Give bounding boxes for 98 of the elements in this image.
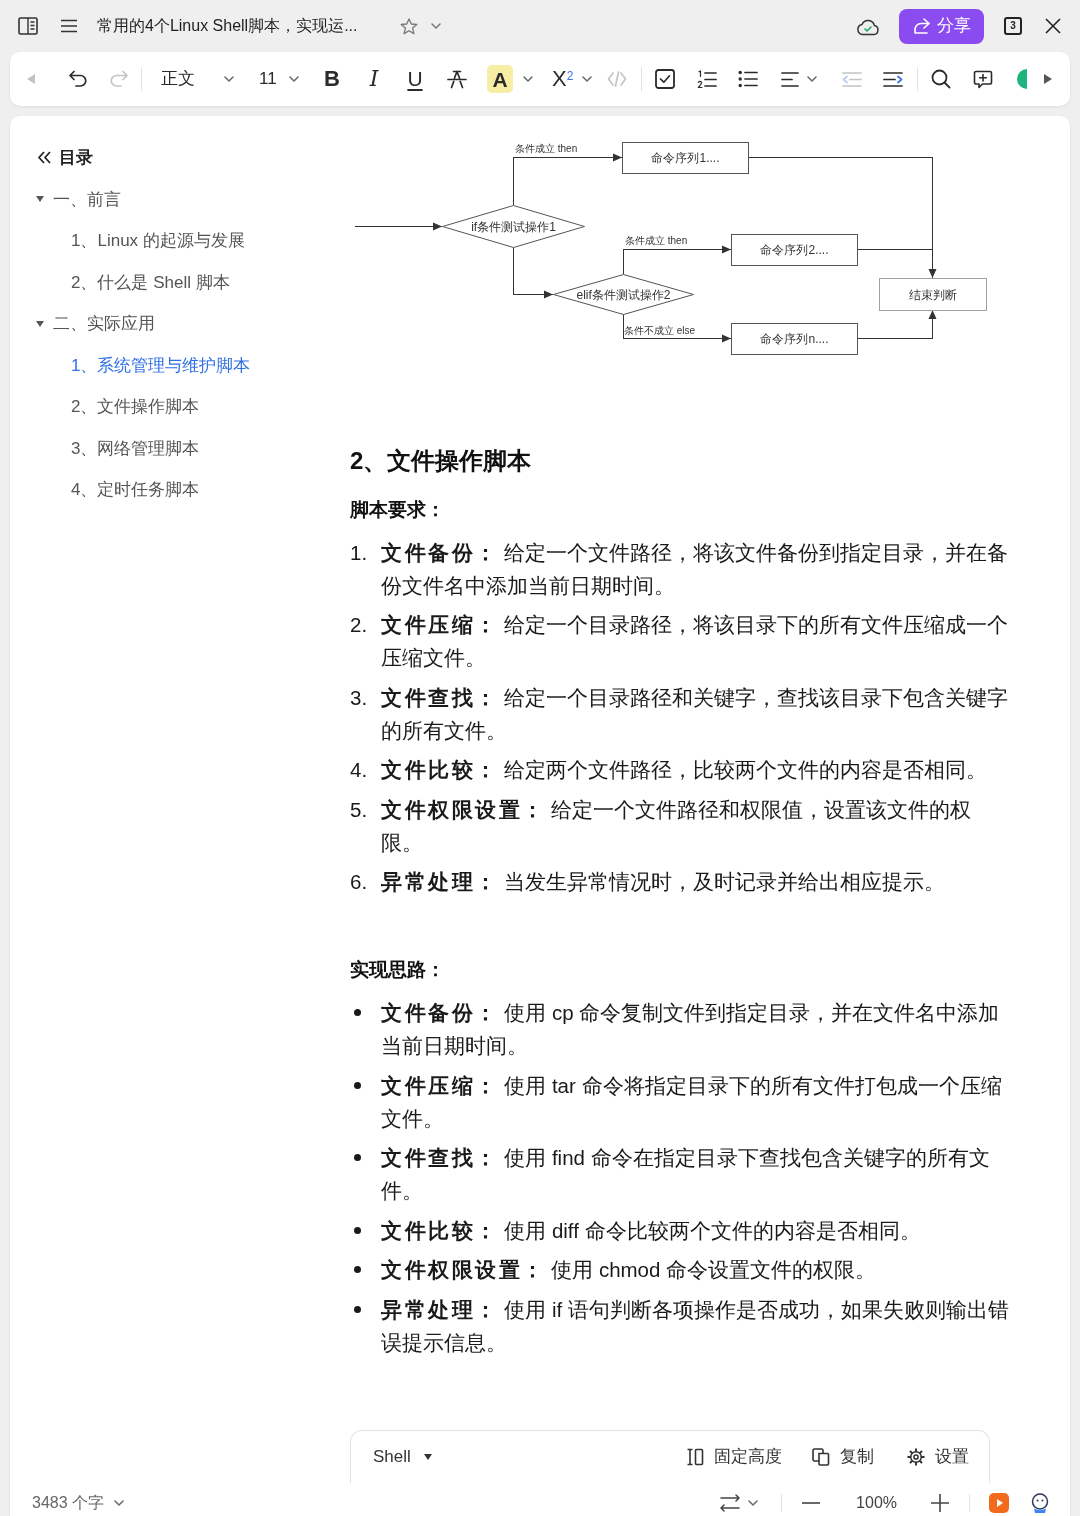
- share-button[interactable]: 分享: [899, 8, 984, 44]
- caret-down-icon[interactable]: [431, 23, 441, 29]
- decision-diamond: elif条件测试操作2: [553, 274, 694, 315]
- decision-diamond: if条件测试操作1: [442, 205, 585, 248]
- font-size-dropdown[interactable]: 11: [253, 62, 305, 96]
- list-number: 1.: [350, 539, 368, 566]
- underline-button[interactable]: U: [407, 66, 423, 92]
- toc-item[interactable]: 2、文件操作脚本: [71, 394, 200, 420]
- edge-label: 条件成立 then: [515, 143, 578, 154]
- list-item-text: 文件备份： 给定一个文件路径，将该文件备份到指定目录，并在备份文件名中添加当前日期时间。: [381, 539, 1010, 599]
- superscript-button[interactable]: X$^{2}$: [552, 66, 574, 92]
- toc-item[interactable]: 2、什么是 Shell 脚本: [71, 269, 230, 295]
- subheading: 实现思路：: [350, 958, 446, 982]
- list-item-text: 异常处理： 当发生异常情况时，及时记录并给出相应提示。: [381, 869, 947, 895]
- list-item-text: 文件比较： 使用 diff 命令比较两个文件的内容是否相同。: [381, 1217, 922, 1244]
- connector-arrow: [513, 246, 554, 299]
- list-item-text: 文件备份： 使用 cp 命令复制文件到指定目录，并在文件名中添加当前日期时间。: [381, 1000, 1001, 1059]
- toc-item[interactable]: 1、Linux 的起源与发展: [71, 228, 245, 254]
- avatar-icon[interactable]: [1017, 69, 1027, 89]
- fixed-height-icon: [686, 1448, 704, 1466]
- edge-label: 条件成立 then: [625, 235, 688, 246]
- process-box: 命令序列1....: [622, 142, 749, 174]
- italic-button[interactable]: I: [369, 66, 379, 92]
- close-icon[interactable]: [1045, 18, 1061, 34]
- list-number: 6.: [350, 869, 368, 895]
- undo-icon[interactable]: [68, 70, 88, 88]
- bullet-icon: [353, 1081, 361, 1089]
- list-item-text: 文件比较： 给定两个文件路径，比较两个文件的内容是否相同。: [381, 757, 989, 783]
- checklist-icon[interactable]: [655, 69, 675, 89]
- list-number: 5.: [350, 796, 368, 823]
- tab-count[interactable]: 3: [1004, 17, 1022, 35]
- toc-item[interactable]: 4、定时任务脚本: [71, 477, 200, 503]
- toc-item[interactable]: 3、网络管理脚本: [71, 435, 200, 461]
- settings-icon: [907, 1448, 925, 1466]
- caret-down-icon[interactable]: [523, 76, 533, 82]
- list-item-text: 文件权限设置： 给定一个文件路径和权限值，设置该文件的权限。: [381, 796, 973, 856]
- toc-item[interactable]: 1、系统管理与维护脚本: [71, 352, 251, 378]
- expand-triangle-icon[interactable]: [36, 320, 44, 327]
- menu-icon[interactable]: [61, 19, 77, 33]
- document-title: 常用的4个Linux Shell脚本，实现运...: [97, 16, 359, 36]
- ordered-list-icon[interactable]: [697, 69, 717, 89]
- bold-button[interactable]: B: [324, 66, 340, 92]
- end-box: 结束判断: [879, 278, 987, 311]
- sidebar-toggle-icon[interactable]: [18, 17, 38, 35]
- list-item-text: 异常处理： 使用 if 语句判断各项操作是否成功，如果失败则输出错误提示信息。: [381, 1296, 1010, 1356]
- toc-item[interactable]: 二、实际应用: [53, 311, 155, 337]
- list-number: 3.: [350, 684, 368, 711]
- caret-down-icon[interactable]: [289, 76, 299, 82]
- indent-icon[interactable]: [883, 70, 903, 88]
- bullet-icon: [353, 1009, 361, 1016]
- add-comment-icon[interactable]: [973, 69, 993, 89]
- bullet-icon: [353, 1266, 361, 1273]
- list-number: 2.: [350, 612, 368, 638]
- list-item-text: 文件压缩： 使用 tar 命令将指定目录下的所有文件打包成一个压缩文件。: [381, 1072, 1003, 1132]
- copy-icon: [812, 1448, 830, 1466]
- list-number: 4.: [350, 757, 368, 783]
- zoom-level: 100%: [856, 1492, 897, 1513]
- list-item-text: 文件查找： 给定一个目录路径和关键字，查找该目录下包含关键字的所有文件。: [381, 684, 1010, 744]
- list-item-text: 文件压缩： 给定一个目录路径，将该目录下的所有文件压缩成一个压缩文件。: [381, 612, 1010, 671]
- subheading: 脚本要求：: [350, 497, 446, 522]
- bullet-icon: [353, 1154, 361, 1161]
- caret-down-icon[interactable]: [224, 76, 234, 82]
- triangle-down-icon: [423, 1454, 432, 1460]
- bullet-icon: [353, 1305, 361, 1313]
- star-icon[interactable]: [400, 17, 418, 35]
- process-box: 命令序列n....: [731, 323, 858, 355]
- expand-triangle-icon[interactable]: [36, 196, 44, 203]
- list-item-text: 文件权限设置： 使用 chmod 命令设置文件的权限。: [381, 1257, 878, 1283]
- zoom-out-icon[interactable]: [802, 1501, 821, 1504]
- bullet-list-icon[interactable]: [738, 70, 758, 88]
- bullet-icon: [353, 1226, 361, 1234]
- copy-button[interactable]: 复制: [812, 1444, 874, 1470]
- edge-label: 条件不成立 else: [624, 325, 696, 336]
- fixed-height-button[interactable]: 固定高度: [686, 1444, 782, 1470]
- text-color-button[interactable]: A: [487, 65, 513, 93]
- strikethrough-icon[interactable]: [447, 69, 467, 89]
- search-icon[interactable]: [931, 69, 951, 89]
- word-count-button[interactable]: 3483 个字: [32, 1490, 125, 1515]
- paragraph-style-dropdown[interactable]: 正文: [155, 62, 240, 96]
- toc-title: 目录: [59, 147, 93, 169]
- character-icon[interactable]: [1030, 1492, 1050, 1513]
- section-heading: 2、文件操作脚本: [350, 446, 533, 476]
- play-icon[interactable]: [989, 1492, 1009, 1513]
- settings-button[interactable]: 设置: [907, 1444, 969, 1470]
- share-icon: [912, 18, 931, 34]
- language-dropdown[interactable]: Shell: [373, 1444, 432, 1470]
- list-item-text: 文件查找： 使用 find 命令在指定目录下查找包含关键字的所有文件。: [381, 1145, 991, 1204]
- fit-width-icon[interactable]: [720, 1493, 741, 1512]
- caret-down-icon[interactable]: [114, 1499, 125, 1506]
- align-left-icon[interactable]: [781, 70, 799, 88]
- caret-down-icon[interactable]: [748, 1499, 759, 1506]
- double-chevron-left-icon[interactable]: [38, 151, 51, 165]
- zoom-in-icon[interactable]: [931, 1493, 949, 1512]
- process-box: 命令序列2....: [731, 234, 858, 266]
- caret-down-icon[interactable]: [582, 76, 593, 82]
- toc-item[interactable]: 一、前言: [53, 186, 121, 212]
- play-right-icon[interactable]: [1044, 74, 1052, 84]
- caret-down-icon[interactable]: [807, 76, 817, 82]
